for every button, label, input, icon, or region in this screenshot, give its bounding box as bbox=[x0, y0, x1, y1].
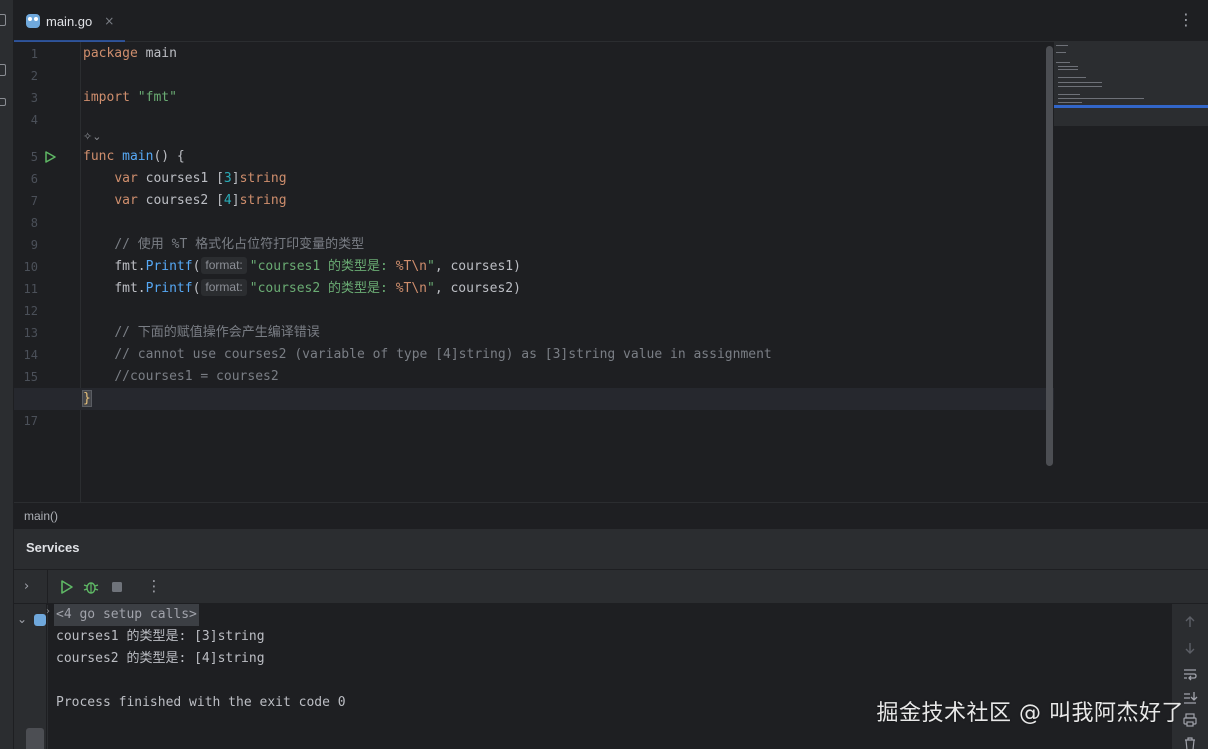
editor-tab-bar: main.go × ⋮ bbox=[14, 0, 1208, 43]
more-menu-icon[interactable]: ⋮ bbox=[146, 577, 162, 595]
panel-resize-handle[interactable] bbox=[26, 728, 44, 749]
go-run-config-icon[interactable] bbox=[34, 614, 46, 626]
code-line-3: import "fmt" bbox=[83, 90, 177, 105]
console-output-line: courses2 的类型是: [4]string bbox=[56, 651, 265, 666]
minimap-line bbox=[1058, 82, 1102, 83]
line-number: 13 bbox=[23, 326, 38, 340]
line-number: 2 bbox=[30, 69, 38, 83]
line-number: 11 bbox=[23, 282, 38, 296]
fold-arrow-icon[interactable]: › bbox=[46, 606, 50, 617]
close-icon[interactable]: × bbox=[104, 14, 114, 28]
code-line-10: fmt.Printf(format: "courses1 的类型是: %T\n",… bbox=[114, 257, 521, 274]
minimap-line bbox=[1058, 69, 1078, 70]
minimap-line bbox=[1058, 86, 1102, 87]
soft-wrap-icon[interactable] bbox=[1182, 666, 1198, 682]
parameter-hint: format: bbox=[201, 279, 247, 296]
gopher-icon bbox=[26, 14, 40, 28]
minimap-line bbox=[1056, 52, 1066, 53]
folded-setup-calls[interactable]: <4 go setup calls> bbox=[54, 604, 199, 626]
minimap-current-line bbox=[1054, 105, 1208, 108]
scrollbar-thumb[interactable] bbox=[1046, 46, 1053, 466]
tab-filename: main.go bbox=[46, 13, 93, 29]
stop-icon[interactable] bbox=[109, 579, 125, 595]
line-number: 3 bbox=[30, 91, 38, 105]
minimap-line bbox=[1056, 62, 1070, 63]
run-gutter-icon[interactable] bbox=[44, 146, 56, 168]
line-number: 7 bbox=[30, 194, 38, 208]
line-gutter: 1 2 3 4 5 6 7 8 9 10 11 12 13 14 15 16 1… bbox=[14, 42, 81, 502]
services-toolbar: › ⋮ bbox=[14, 569, 1208, 605]
console-output-line: courses1 的类型是: [3]string bbox=[56, 629, 265, 644]
code-line-14: // cannot use courses2 (variable of type… bbox=[114, 347, 772, 362]
code-line-9: // 使用 %T 格式化占位符打印变量的类型 bbox=[114, 237, 365, 252]
line-number: 14 bbox=[23, 348, 38, 362]
arrow-up-icon[interactable] bbox=[1182, 614, 1198, 630]
run-console[interactable]: › <4 go setup calls> courses1 的类型是: [3]s… bbox=[46, 604, 1172, 749]
breadcrumb[interactable]: main() bbox=[14, 502, 1208, 528]
line-number: 1 bbox=[30, 47, 38, 61]
services-title: Services bbox=[26, 540, 80, 555]
parameter-hint: format: bbox=[201, 257, 247, 274]
project-tool-icon[interactable] bbox=[0, 14, 6, 26]
print-icon[interactable] bbox=[1182, 712, 1198, 728]
scroll-to-end-icon[interactable] bbox=[1182, 690, 1198, 706]
code-minimap[interactable] bbox=[1054, 42, 1208, 126]
line-number: 5 bbox=[30, 150, 38, 164]
minimap-line bbox=[1058, 94, 1080, 95]
code-line-6: var courses1 [3]string bbox=[114, 171, 287, 186]
run-icon[interactable] bbox=[58, 579, 74, 595]
line-number: 9 bbox=[30, 238, 38, 252]
toolbar-divider bbox=[47, 570, 48, 605]
more-menu-icon[interactable]: ⋮ bbox=[1178, 12, 1194, 28]
code-area[interactable]: package main import "fmt" ✧⌄ func main()… bbox=[14, 42, 1118, 502]
more-tools-icon[interactable] bbox=[0, 98, 6, 106]
watermark-text: 掘金技术社区 @ 叫我阿杰好了 bbox=[876, 701, 1184, 726]
minimap-line bbox=[1058, 77, 1086, 78]
code-line-5: func main() { bbox=[83, 149, 185, 164]
line-number: 8 bbox=[30, 216, 38, 230]
current-line-highlight bbox=[14, 388, 1054, 410]
line-number: 17 bbox=[23, 414, 38, 428]
minimap-line bbox=[1058, 66, 1078, 67]
line-number: 15 bbox=[23, 370, 38, 384]
ai-assist-icon[interactable]: ✧⌄ bbox=[83, 128, 109, 146]
line-number: 4 bbox=[30, 113, 38, 127]
code-line-11: fmt.Printf(format: "courses2 的类型是: %T\n",… bbox=[114, 279, 521, 296]
console-exit-message: Process finished with the exit code 0 bbox=[56, 695, 346, 710]
structure-tool-icon[interactable] bbox=[0, 64, 6, 76]
services-tree[interactable]: ⌄ bbox=[14, 604, 47, 749]
minimap-line bbox=[1056, 45, 1068, 46]
editor-scrollbar[interactable] bbox=[1045, 42, 1054, 502]
debug-bug-icon[interactable] bbox=[83, 579, 99, 595]
arrow-down-icon[interactable] bbox=[1182, 640, 1198, 656]
matched-brace: } bbox=[82, 390, 92, 407]
minimap-line bbox=[1058, 102, 1082, 103]
line-number: 12 bbox=[23, 304, 38, 318]
chevron-down-icon[interactable]: ⌄ bbox=[17, 612, 27, 626]
code-editor[interactable]: 1 2 3 4 5 6 7 8 9 10 11 12 13 14 15 16 1… bbox=[14, 42, 1208, 502]
console-side-toolbar bbox=[1172, 604, 1208, 749]
minimap-line bbox=[1058, 98, 1144, 99]
line-number: 10 bbox=[23, 260, 38, 274]
clear-trash-icon[interactable] bbox=[1182, 736, 1198, 749]
code-line-7: var courses2 [4]string bbox=[114, 193, 287, 208]
code-line-16: } bbox=[82, 388, 92, 410]
line-number: 6 bbox=[30, 172, 38, 186]
left-tool-strip bbox=[0, 0, 14, 749]
code-line-1: package main bbox=[83, 46, 177, 61]
chevron-right-icon[interactable]: › bbox=[24, 579, 29, 594]
code-line-15: //courses1 = courses2 bbox=[114, 369, 279, 384]
code-line-13: // 下面的赋值操作会产生编译错误 bbox=[114, 325, 320, 340]
tab-main-go[interactable]: main.go × bbox=[14, 0, 125, 43]
